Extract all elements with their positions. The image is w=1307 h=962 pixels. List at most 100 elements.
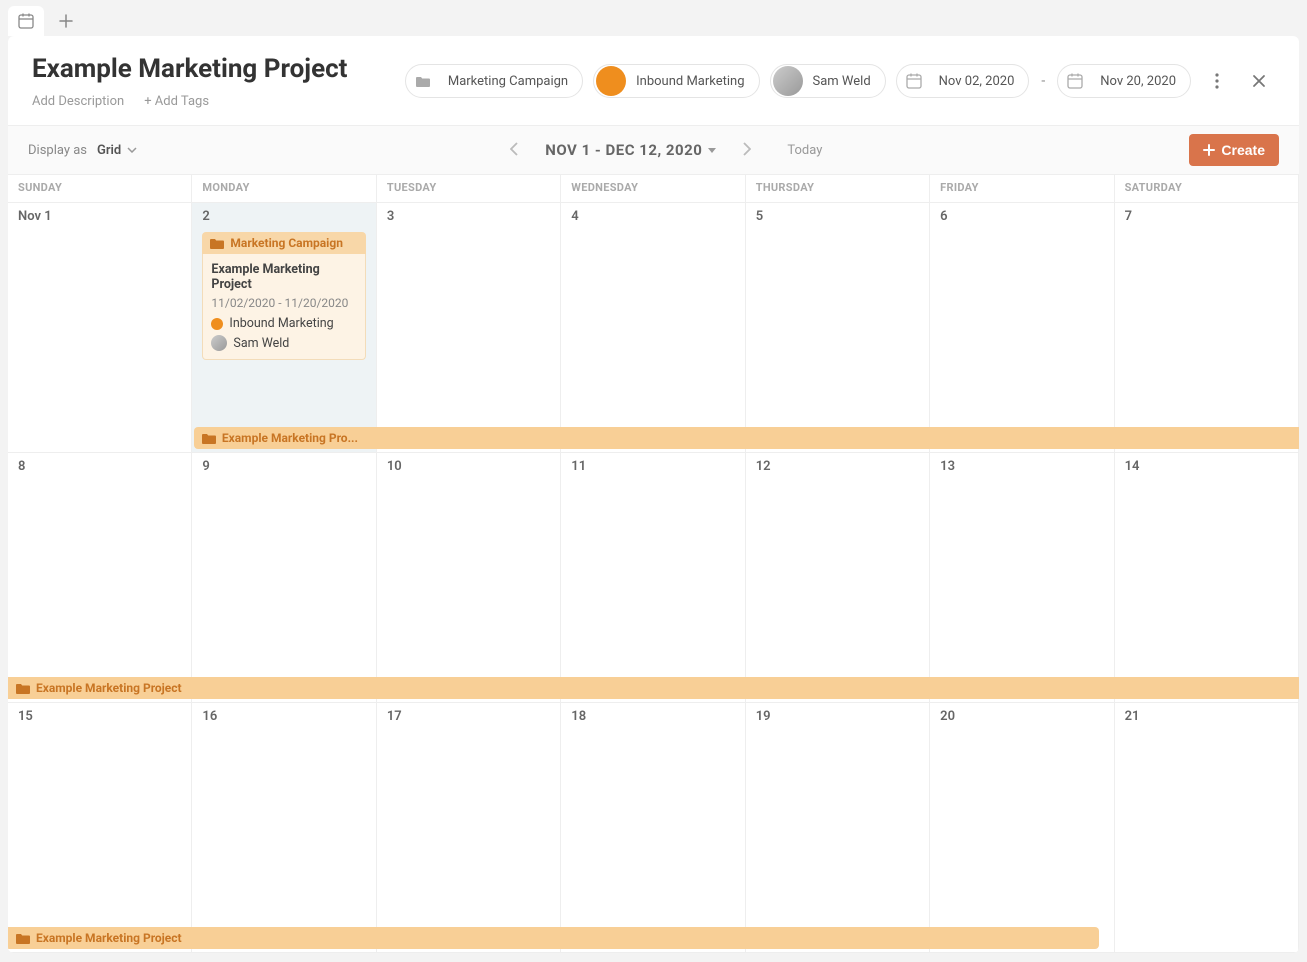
day-number: 15 xyxy=(18,709,33,724)
day-number: Nov 1 xyxy=(18,209,52,224)
event-dept: Inbound Marketing xyxy=(229,316,333,331)
day-header: WEDNESDAY xyxy=(561,175,745,203)
display-as-dropdown[interactable]: Grid xyxy=(97,143,137,158)
day-header: TUESDAY xyxy=(377,175,561,203)
dept-dot-icon xyxy=(211,318,223,330)
event-span-bar[interactable]: Example Marketing Pro... xyxy=(194,427,1299,449)
date-dash: - xyxy=(1039,73,1047,89)
event-tag[interactable]: Marketing Campaign xyxy=(202,232,365,254)
department-chip-label: Inbound Marketing xyxy=(636,74,744,89)
calendar-day[interactable]: 3 xyxy=(377,203,561,453)
day-header: MONDAY xyxy=(192,175,376,203)
plus-icon xyxy=(1203,144,1215,156)
more-menu-button[interactable] xyxy=(1201,65,1233,97)
avatar-icon xyxy=(773,66,803,96)
folder-icon xyxy=(210,237,224,249)
day-number: 16 xyxy=(202,709,217,724)
start-date-chip[interactable]: Nov 02, 2020 xyxy=(896,64,1030,98)
add-tags-link[interactable]: + Add Tags xyxy=(144,94,209,109)
calendar-day[interactable]: 7 xyxy=(1115,203,1299,453)
day-number: 17 xyxy=(387,709,402,724)
calendar-day[interactable]: 17 xyxy=(377,703,561,953)
calendar-day[interactable]: 12 xyxy=(746,453,930,703)
calendar-day[interactable]: 13 xyxy=(930,453,1114,703)
close-button[interactable] xyxy=(1243,65,1275,97)
day-header: SATURDAY xyxy=(1115,175,1299,203)
calendar-day[interactable]: 8 xyxy=(8,453,192,703)
next-range-button[interactable] xyxy=(736,140,757,161)
owner-chip[interactable]: Sam Weld xyxy=(770,64,886,98)
event-title: Example Marketing Project xyxy=(211,262,356,292)
chevron-down-icon xyxy=(127,147,137,153)
event-dates: 11/02/2020 - 11/20/2020 xyxy=(211,296,356,310)
avatar-icon xyxy=(211,335,227,351)
folder-icon xyxy=(16,682,30,694)
display-as-label: Display as xyxy=(28,143,87,158)
today-link[interactable]: Today xyxy=(787,143,822,158)
page: Example Marketing Project Add Descriptio… xyxy=(8,36,1299,953)
span-bar-label: Example Marketing Project xyxy=(36,931,182,945)
create-button[interactable]: Create xyxy=(1189,134,1279,166)
calendar-day[interactable]: 18 xyxy=(561,703,745,953)
start-date-label: Nov 02, 2020 xyxy=(939,74,1015,89)
day-number: 14 xyxy=(1125,459,1140,474)
day-number: 8 xyxy=(18,459,25,474)
calendar-day[interactable]: 5 xyxy=(746,203,930,453)
day-number: 10 xyxy=(387,459,402,474)
calendar-day[interactable]: 14 xyxy=(1115,453,1299,703)
span-bar-label: Example Marketing Pro... xyxy=(222,431,358,445)
department-dot-icon xyxy=(596,66,626,96)
event-span-bar[interactable]: Example Marketing Project xyxy=(8,927,1099,949)
toolbar: Display as Grid NOV 1 - DEC 12, 2020 Tod… xyxy=(8,125,1299,174)
folder-icon xyxy=(202,432,216,444)
day-number: 20 xyxy=(940,709,955,724)
calendar-icon xyxy=(899,66,929,96)
calendar-day[interactable]: 20 xyxy=(930,703,1114,953)
calendar-day[interactable]: 6 xyxy=(930,203,1114,453)
calendar-day[interactable]: 9 xyxy=(192,453,376,703)
day-number: 18 xyxy=(571,709,586,724)
prev-range-button[interactable] xyxy=(504,140,525,161)
tab-calendar[interactable] xyxy=(8,6,44,36)
calendar-day[interactable]: 4 xyxy=(561,203,745,453)
page-title[interactable]: Example Marketing Project xyxy=(32,54,347,84)
day-number: 4 xyxy=(571,209,578,224)
department-chip[interactable]: Inbound Marketing xyxy=(593,64,759,98)
calendar-week: 15 16 17 18 19 20 21 Example Marketing P… xyxy=(8,703,1299,953)
caret-down-icon xyxy=(708,148,716,153)
day-number: 21 xyxy=(1125,709,1140,724)
tab-strip xyxy=(0,0,1307,36)
event-owner: Sam Weld xyxy=(233,336,289,351)
calendar-day[interactable]: Nov 1 xyxy=(8,203,192,453)
day-header: THURSDAY xyxy=(746,175,930,203)
calendar-day[interactable]: 10 xyxy=(377,453,561,703)
campaign-chip-label: Marketing Campaign xyxy=(448,74,568,89)
calendar-day[interactable]: 19 xyxy=(746,703,930,953)
calendar-day[interactable]: 11 xyxy=(561,453,745,703)
folder-icon xyxy=(408,66,438,96)
calendar-icon xyxy=(1060,66,1090,96)
add-description-link[interactable]: Add Description xyxy=(32,94,124,109)
campaign-chip[interactable]: Marketing Campaign xyxy=(405,64,583,98)
date-range-label: NOV 1 - DEC 12, 2020 xyxy=(545,141,702,159)
day-number: 13 xyxy=(940,459,955,474)
owner-chip-label: Sam Weld xyxy=(813,74,871,89)
day-number: 7 xyxy=(1125,209,1132,224)
event-tag-label: Marketing Campaign xyxy=(230,236,343,250)
day-number: 3 xyxy=(387,209,394,224)
event-card[interactable]: Example Marketing Project 11/02/2020 - 1… xyxy=(202,254,365,360)
event-span-bar[interactable]: Example Marketing Project xyxy=(8,677,1299,699)
date-range-dropdown[interactable]: NOV 1 - DEC 12, 2020 xyxy=(545,141,716,159)
tab-add-button[interactable] xyxy=(48,6,84,36)
calendar-day[interactable]: 15 xyxy=(8,703,192,953)
day-header: SUNDAY xyxy=(8,175,192,203)
calendar-day[interactable]: 21 xyxy=(1115,703,1299,953)
calendar-week: Nov 1 2 Marketing Campaign Example Marke… xyxy=(8,203,1299,453)
calendar-day[interactable]: 16 xyxy=(192,703,376,953)
day-number: 2 xyxy=(202,209,209,224)
header: Example Marketing Project Add Descriptio… xyxy=(8,36,1299,125)
end-date-chip[interactable]: Nov 20, 2020 xyxy=(1057,64,1191,98)
calendar-day[interactable]: 2 Marketing Campaign Example Marketing P… xyxy=(192,203,376,453)
day-number: 11 xyxy=(571,459,586,474)
folder-icon xyxy=(16,932,30,944)
